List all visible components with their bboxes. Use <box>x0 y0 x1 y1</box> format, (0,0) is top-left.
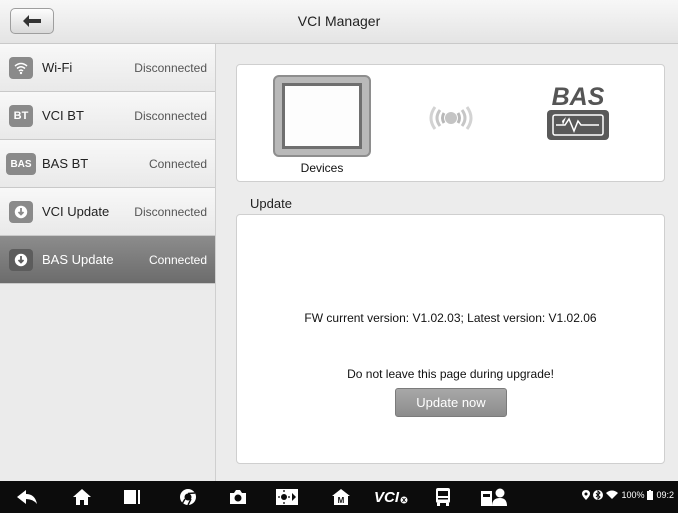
location-icon <box>582 490 591 500</box>
sidebar-item-vci-update[interactable]: VCI Update Disconnected <box>0 188 215 236</box>
home-nav-icon[interactable] <box>70 486 94 508</box>
bluetooth-status-icon <box>593 490 604 500</box>
remote-support-icon[interactable] <box>432 486 454 508</box>
bas-logo: BAS <box>547 83 609 140</box>
sidebar-item-label: Wi-Fi <box>42 60 73 75</box>
devices-panel: Devices BAS <box>236 64 665 182</box>
maintenance-icon[interactable]: M <box>330 486 352 508</box>
browser-icon[interactable] <box>176 486 200 508</box>
download-icon <box>9 249 33 271</box>
bottom-navbar: M VCI 100% 09:2 <box>0 481 678 513</box>
sidebar-item-bas-update[interactable]: BAS Update Connected <box>0 236 215 284</box>
page-title: VCI Manager <box>297 13 381 29</box>
update-now-button[interactable]: Update now <box>395 388 507 417</box>
sidebar: Wi-Fi Disconnected BT VCI BT Disconnecte… <box>0 44 216 481</box>
sidebar-item-bas-bt[interactable]: BAS BAS BT Connected <box>0 140 215 188</box>
sidebar-item-vci-bt[interactable]: BT VCI BT Disconnected <box>0 92 215 140</box>
sidebar-item-wifi[interactable]: Wi-Fi Disconnected <box>0 44 215 92</box>
bt-icon: BT <box>9 105 33 127</box>
update-panel: FW current version: V1.02.03; Latest ver… <box>236 214 665 464</box>
title-bar: VCI Manager <box>0 0 678 44</box>
sidebar-item-label: VCI Update <box>42 204 110 219</box>
download-icon <box>9 201 33 223</box>
back-nav-icon[interactable] <box>14 486 40 508</box>
sidebar-item-label: BAS BT <box>42 156 89 171</box>
vci-label: VCI <box>373 488 399 506</box>
update-heading: Update <box>250 196 292 211</box>
svg-text:M: M <box>338 496 345 505</box>
camera-icon[interactable] <box>226 486 250 508</box>
wifi-status-icon <box>606 490 619 499</box>
connection-status: Disconnected <box>134 60 207 75</box>
connection-status: Disconnected <box>134 204 207 219</box>
connection-status: Disconnected <box>134 108 207 123</box>
battery-percent: 100% <box>621 490 645 500</box>
connection-status: Connected <box>148 252 207 267</box>
clock: 09:2 <box>656 490 674 500</box>
brightness-icon[interactable] <box>274 486 300 508</box>
signal-icon <box>429 106 473 130</box>
battery-icon <box>647 490 654 500</box>
sidebar-item-label: BAS Update <box>42 252 114 267</box>
svg-text:BAS: BAS <box>552 83 605 111</box>
wifi-icon <box>9 57 33 79</box>
sidebar-item-label: VCI BT <box>42 108 84 123</box>
devices-label: Devices <box>300 161 344 175</box>
user-tech-icon[interactable] <box>479 486 509 508</box>
firmware-version-text: FW current version: V1.02.03; Latest ver… <box>304 311 597 325</box>
status-bar: 100% 09:2 <box>582 490 674 500</box>
upgrade-warning-text: Do not leave this page during upgrade! <box>347 367 554 381</box>
recent-apps-icon[interactable] <box>120 486 144 508</box>
tablet-icon <box>273 75 371 157</box>
connection-status: Connected <box>148 156 207 171</box>
vci-icon[interactable]: VCI <box>372 486 410 508</box>
bas-icon: BAS <box>6 153 36 175</box>
